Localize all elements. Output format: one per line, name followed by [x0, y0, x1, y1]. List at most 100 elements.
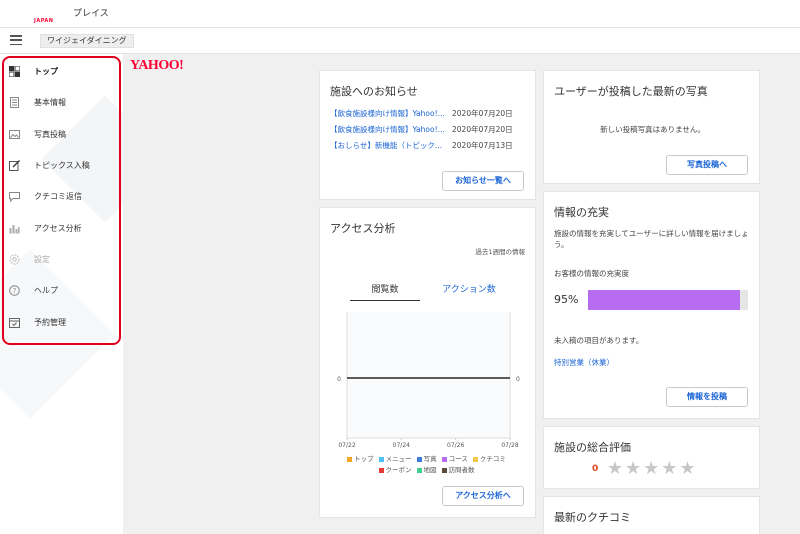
- completeness-card: 情報の充実 施設の情報を充実してユーザーに詳しい情報を届けましょう。 お客様の情…: [543, 191, 760, 419]
- legend-item: クチコミ: [472, 454, 506, 465]
- completeness-percent: 95%: [554, 293, 579, 306]
- photo-icon: [9, 129, 20, 140]
- notices-title: 施設へのお知らせ: [330, 85, 418, 98]
- legend-label: クチコミ: [479, 455, 506, 463]
- star-icon: ★: [643, 458, 660, 479]
- legend-swatch: [347, 457, 353, 462]
- dashboard-icon: [8, 65, 21, 78]
- sidebar-item-label: 設定: [34, 254, 50, 264]
- rating-card: 施設の総合評価 0 ★ ★ ★ ★ ★: [543, 426, 760, 489]
- chart-legend: トップ メニュー 写真 コース クチコミクーポン 地図 訪問者数: [334, 454, 524, 476]
- legend-label: クーポン: [385, 466, 412, 474]
- reviews-card: 最新のクチコミ: [543, 496, 760, 534]
- sidebar-item-label: 予約管理: [34, 317, 66, 327]
- reviews-title: 最新のクチコミ: [554, 511, 631, 524]
- top-bar: YAHOO! JAPAN プレイス: [0, 0, 800, 73]
- sidebar: トップ 基本情報 写真投稿 トピックス入稿 クチコミ返信 アクセス分析 設定? ヘルプ 予約管理: [0, 54, 123, 534]
- sidebar-item-label: ヘルプ: [34, 286, 58, 296]
- sidebar-item[interactable]: 予約管理: [0, 306, 123, 337]
- rating-stars: ★ ★ ★ ★ ★: [605, 458, 696, 479]
- notice-link[interactable]: 【飲食施設様向け情報】Yahoo!...: [330, 124, 448, 135]
- legend-swatch: [441, 457, 447, 462]
- logo-suffix: プレイス: [73, 9, 109, 19]
- missing-item-link[interactable]: 特別営業（休業）: [554, 357, 614, 368]
- legend-label: コース: [448, 455, 468, 463]
- access-title: アクセス分析: [330, 222, 396, 235]
- notice-link[interactable]: 【おしらせ】新機能（トピック...: [330, 140, 448, 151]
- sidebar-item[interactable]: トピックス入稿: [0, 150, 123, 181]
- legend-label: メニュー: [385, 455, 412, 463]
- document-icon: [9, 97, 20, 109]
- photos-empty-text: 新しい投稿写真はありません。: [600, 125, 705, 134]
- x-tick-label: 07/28: [501, 442, 518, 449]
- post-info-button[interactable]: 情報を投稿: [666, 387, 748, 407]
- sidebar-item-label: トピックス入稿: [34, 161, 90, 171]
- notice-row: 【飲食施設様向け情報】Yahoo!... 2020年07月20日: [330, 108, 513, 119]
- sidebar-item-label: 写真投稿: [34, 129, 66, 139]
- period-note: 過去1週間の情報: [475, 248, 525, 256]
- completeness-description: 施設の情報を充実してユーザーに詳しい情報を届けましょう。: [554, 229, 749, 249]
- missing-note: 未入稿の項目があります。: [554, 336, 644, 345]
- help-icon: ?: [9, 285, 20, 297]
- star-icon: ★: [624, 458, 642, 479]
- photo-post-button[interactable]: 写真投稿へ: [666, 155, 748, 175]
- legend-label: 訪問者数: [448, 466, 475, 474]
- hamburger-menu-icon[interactable]: [10, 35, 22, 46]
- star-icon: ★: [606, 458, 623, 479]
- legend-label: トップ: [354, 455, 374, 463]
- star-icon: ★: [661, 458, 678, 479]
- photos-card: ユーザーが投稿した最新の写真 新しい投稿写真はありません。 写真投稿へ: [543, 70, 760, 184]
- sidebar-item[interactable]: ? ヘルプ: [0, 275, 123, 306]
- legend-item: 地図: [416, 465, 437, 476]
- shop-name[interactable]: ワイジェイダイニング: [40, 34, 134, 48]
- access-analysis-button[interactable]: アクセス分析へ: [442, 486, 524, 506]
- sidebar-item-label: トップ: [34, 67, 58, 77]
- sidebar-item-label: アクセス分析: [34, 223, 82, 233]
- access-line-chart: 0 0 07/22 07/24 07/26 07/28: [337, 312, 520, 449]
- sidebar-item[interactable]: 写真投稿: [0, 119, 123, 150]
- legend-swatch: [441, 468, 447, 473]
- y-tick-label-left: 0: [337, 376, 341, 383]
- notice-link[interactable]: 【飲食施設様向け情報】Yahoo!...: [330, 108, 448, 119]
- sidebar-item[interactable]: 設定: [0, 244, 123, 275]
- legend-swatch: [416, 468, 422, 473]
- notice-date: 2020年07月20日: [452, 109, 513, 118]
- notice-date: 2020年07月20日: [452, 125, 513, 134]
- sidebar-item[interactable]: トップ: [0, 56, 123, 87]
- rating-score: 0: [592, 463, 599, 474]
- rating-row: 0 ★ ★ ★ ★ ★: [592, 458, 696, 479]
- legend-item: 写真: [416, 454, 437, 465]
- completeness-title: 情報の充実: [554, 206, 609, 219]
- legend-swatch: [378, 468, 384, 473]
- legend-label: 地図: [423, 466, 437, 474]
- notice-row: 【おしらせ】新機能（トピック... 2020年07月13日: [330, 140, 513, 151]
- sub-bar: ワイジェイダイニング: [0, 28, 800, 54]
- rating-title: 施設の総合評価: [554, 441, 631, 454]
- notices-card: 施設へのお知らせ 【飲食施設様向け情報】Yahoo!... 2020年07月20…: [319, 70, 536, 200]
- legend-label: 写真: [423, 455, 437, 463]
- legend-item: クーポン: [378, 465, 412, 476]
- x-tick-label: 07/24: [393, 442, 410, 449]
- notice-date: 2020年07月13日: [452, 141, 513, 150]
- plot-area: [347, 312, 510, 438]
- completeness-label: お客様の情報の充実度: [554, 269, 629, 278]
- legend-item: コース: [441, 454, 468, 465]
- chat-icon: [9, 191, 20, 203]
- gear-icon: [9, 254, 20, 265]
- legend-swatch: [472, 457, 478, 462]
- bar-chart-icon: [9, 223, 20, 234]
- completeness-progress: [588, 290, 748, 310]
- x-tick-label: 07/26: [447, 442, 464, 449]
- legend-item: 訪問者数: [441, 465, 475, 476]
- notices-list-button[interactable]: お知らせ一覧へ: [442, 171, 524, 191]
- sidebar-item-label: クチコミ返信: [34, 192, 82, 202]
- tab-views[interactable]: 閲覧数: [350, 282, 420, 301]
- sidebar-item[interactable]: クチコミ返信: [0, 181, 123, 212]
- sidebar-item[interactable]: 基本情報: [0, 87, 123, 118]
- legend-item: メニュー: [378, 454, 412, 465]
- completeness-progress-fill: [588, 290, 740, 310]
- calendar-icon: [9, 317, 20, 328]
- star-icon: ★: [679, 458, 696, 479]
- tab-actions[interactable]: アクション数: [436, 282, 502, 295]
- sidebar-item[interactable]: アクセス分析: [0, 213, 123, 244]
